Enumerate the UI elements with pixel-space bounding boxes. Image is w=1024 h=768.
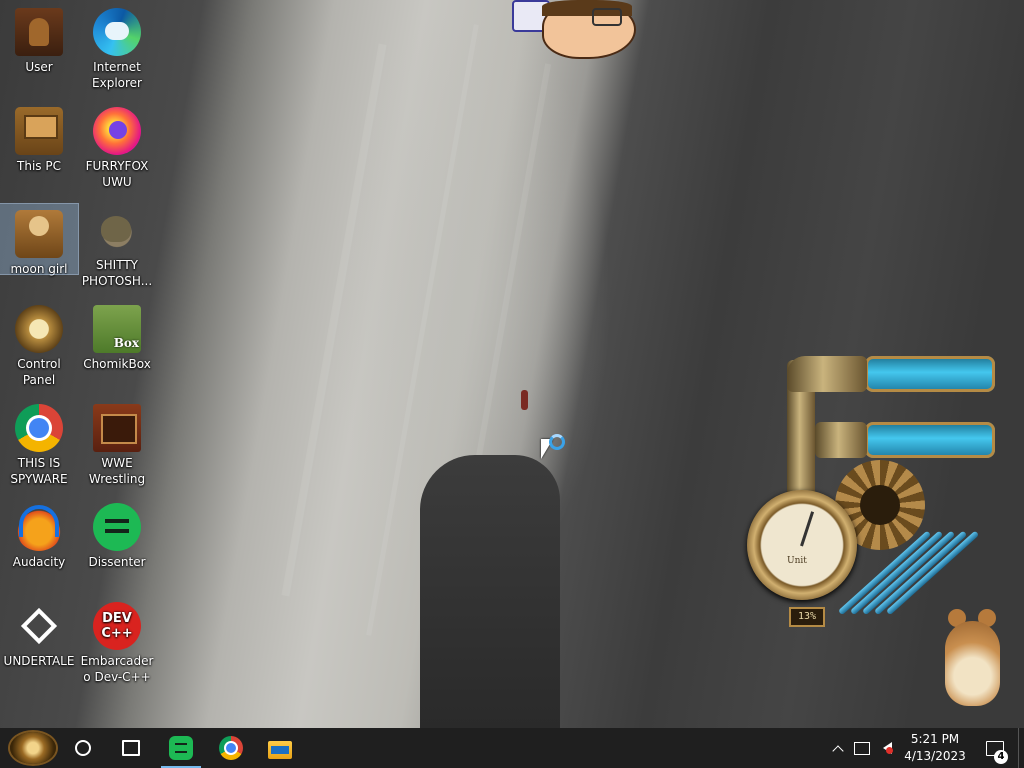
chrome-icon bbox=[15, 404, 63, 452]
desktop-icon-control-panel[interactable]: Control Panel bbox=[0, 299, 78, 388]
desktop-icon-label: Audacity bbox=[12, 555, 66, 569]
show-desktop-button[interactable] bbox=[1018, 728, 1024, 768]
task-view-icon bbox=[122, 740, 140, 756]
hamster-sticker bbox=[940, 603, 1005, 708]
gauge-needle bbox=[800, 511, 815, 547]
hamster-body bbox=[945, 621, 1000, 706]
desktop-icon-label: Control Panel bbox=[17, 357, 61, 387]
desktop-icon-label: THIS IS SPYWARE bbox=[10, 456, 68, 486]
desktop-icon-label: This PC bbox=[17, 159, 61, 173]
gadget-tube-middle bbox=[865, 422, 995, 458]
desktop-icon-audacity[interactable]: Audacity bbox=[0, 497, 78, 570]
desktop-icon-undertale[interactable]: UNDERTALE bbox=[0, 596, 78, 669]
gadget-pipe-elbow bbox=[787, 356, 867, 392]
user-folder-icon bbox=[15, 8, 63, 56]
start-orb-icon bbox=[10, 732, 56, 764]
network-icon[interactable] bbox=[850, 728, 874, 768]
chrome-icon bbox=[219, 736, 243, 760]
cpu-percent-readout: 13% bbox=[789, 607, 825, 627]
desktop-icon-furryfox[interactable]: FURRYFOX UWU bbox=[78, 101, 156, 190]
taskbar-app-file-explorer[interactable] bbox=[256, 728, 304, 768]
action-center-button[interactable] bbox=[978, 728, 1012, 768]
game-icon bbox=[93, 404, 141, 452]
desktop-icon-gimp[interactable]: SHITTY PHOTOSH... bbox=[78, 200, 156, 289]
taskbar-app-chrome[interactable] bbox=[207, 728, 255, 768]
notification-count-badge: 4 bbox=[994, 750, 1008, 764]
clock-time: 5:21 PM bbox=[910, 732, 960, 746]
folder-icon bbox=[268, 741, 292, 759]
taskbar-clock[interactable]: 5:21 PM 4/13/2023 bbox=[898, 728, 972, 768]
cpu-gauge: Unit bbox=[747, 490, 857, 600]
desktop-icon-label: Internet Explorer bbox=[92, 60, 142, 90]
devcpp-logo-text: DEV C++ bbox=[101, 611, 133, 641]
audacity-icon bbox=[15, 503, 63, 551]
desktop-icon-dissenter[interactable]: Dissenter bbox=[78, 497, 156, 570]
desktop-icon-devcpp[interactable]: DEV C++ Embarcadero Dev-C++ bbox=[78, 596, 156, 685]
desktop-icon-label: WWE Wrestling bbox=[88, 456, 146, 486]
dissenter-icon bbox=[93, 503, 141, 551]
desktop-icon-label: SHITTY PHOTOSH... bbox=[81, 258, 153, 288]
show-hidden-icons-chevron-icon[interactable] bbox=[828, 728, 848, 768]
cartoon-glasses bbox=[592, 8, 622, 26]
desktop-icon-label: Embarcadero Dev-C++ bbox=[80, 654, 154, 684]
desktop-icon-chrome-spyware[interactable]: THIS IS SPYWARE bbox=[0, 398, 78, 487]
desktop-icon-wwe-wrestling[interactable]: WWE Wrestling bbox=[78, 398, 156, 487]
gadget-tube-top bbox=[865, 356, 995, 392]
desktop-icon-label: User bbox=[25, 60, 53, 74]
start-button[interactable] bbox=[0, 728, 66, 768]
gauge-unit-label: Unit bbox=[787, 556, 807, 566]
desktop-icon-internet-explorer[interactable]: Internet Explorer bbox=[78, 2, 156, 91]
cartoon-sticker bbox=[512, 0, 636, 59]
rock-outcrop bbox=[420, 455, 560, 730]
cortana-search-button[interactable] bbox=[66, 728, 100, 768]
cortana-circle-icon bbox=[75, 740, 91, 756]
devcpp-icon: DEV C++ bbox=[93, 602, 141, 650]
clock-date: 4/13/2023 bbox=[904, 749, 966, 763]
desktop-icon-user[interactable]: User bbox=[0, 2, 78, 75]
unity-icon bbox=[15, 602, 63, 650]
computer-icon bbox=[15, 107, 63, 155]
desktop-icon-label: Dissenter bbox=[88, 555, 146, 569]
edge-icon bbox=[93, 8, 141, 56]
taskbar-app-dissenter[interactable] bbox=[157, 728, 205, 768]
folder-icon bbox=[15, 210, 63, 258]
gadget-pipe-joint bbox=[815, 422, 867, 458]
taskbar: 5:21 PM 4/13/2023 bbox=[0, 728, 1024, 768]
desktop-icon-moon-girl[interactable]: moon girl bbox=[0, 203, 79, 276]
busy-spinner-icon bbox=[549, 434, 565, 450]
chomikbox-icon bbox=[93, 305, 141, 353]
climber-figure bbox=[521, 390, 528, 410]
control-panel-icon bbox=[15, 305, 63, 353]
desktop-icon-label: UNDERTALE bbox=[3, 654, 75, 668]
gimp-icon bbox=[93, 206, 141, 254]
desktop-icon-label: ChomikBox bbox=[83, 357, 151, 371]
desktop-icon-this-pc[interactable]: This PC bbox=[0, 101, 78, 174]
desktop-icon-label: moon girl bbox=[10, 262, 68, 276]
desktop-icon-label: FURRYFOX UWU bbox=[85, 159, 149, 189]
dissenter-icon bbox=[169, 736, 193, 760]
firefox-icon bbox=[93, 107, 141, 155]
volume-muted-badge-icon bbox=[886, 747, 893, 754]
task-view-button[interactable] bbox=[114, 728, 148, 768]
desktop-icon-chomikbox[interactable]: ChomikBox bbox=[78, 299, 156, 372]
